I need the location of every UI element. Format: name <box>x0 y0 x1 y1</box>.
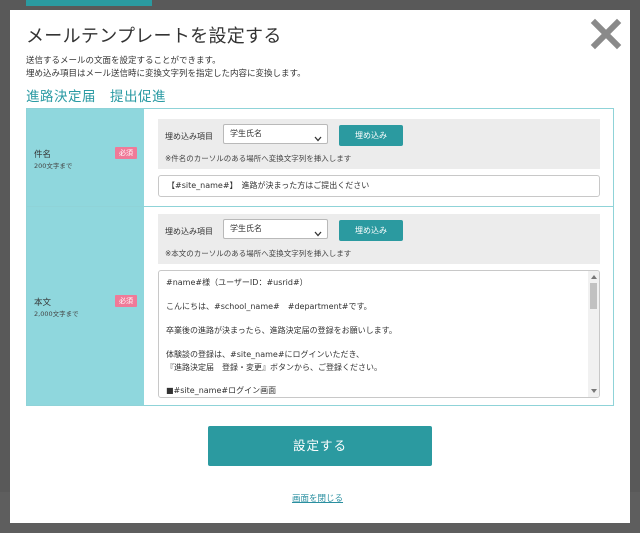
subject-embed-panel: 埋め込み項目 学生氏名 埋め込み ※件名のカーソルのある場所へ変換文字列を挿入し… <box>158 119 600 169</box>
subject-label: 件名 <box>34 150 52 160</box>
close-icon[interactable] <box>590 18 622 50</box>
required-badge: 必須 <box>115 147 137 159</box>
description-line: 埋め込み項目はメール送信時に変換文字列を指定した内容に変換します。 <box>26 69 306 79</box>
body-text-line: 卒業後の進路が決まったら、進路決定届の登録をお願いします。 <box>166 326 397 335</box>
modal-title: メールテンプレートを設定する <box>26 26 282 47</box>
close-screen-link[interactable]: 画面を閉じる <box>292 492 343 504</box>
body-text-line: ■#site_name#ログイン画面 <box>166 386 277 395</box>
template-name: 進路決定届 提出促進 <box>26 89 166 105</box>
scroll-thumb[interactable] <box>590 283 597 309</box>
select-value: 学生氏名 <box>230 129 262 138</box>
body-limit: 2,000文字まで <box>34 310 79 318</box>
chevron-down-icon <box>314 131 322 149</box>
template-form: 件名 200文字まで 必須 埋め込み項目 学生氏名 埋め込み ※件名のカーソルの… <box>26 108 614 406</box>
description-line: 送信するメールの文面を設定することができます。 <box>26 56 221 66</box>
body-text-line: #name#様（ユーザーID：#usrid#） <box>166 278 308 287</box>
subject-label-cell: 件名 200文字まで 必須 <box>27 109 144 206</box>
subject-limit: 200文字まで <box>34 162 73 170</box>
subject-embed-select[interactable]: 学生氏名 <box>223 124 328 144</box>
body-embed-panel: 埋め込み項目 学生氏名 埋め込み ※本文のカーソルのある場所へ変換文字列を挿入し… <box>158 214 600 264</box>
body-label: 本文 <box>34 298 52 308</box>
textarea-scrollbar[interactable] <box>588 271 599 397</box>
body-text-line: こんにちは、#school_name# #department#です。 <box>166 302 372 311</box>
body-embed-select[interactable]: 学生氏名 <box>223 219 328 239</box>
scroll-down-arrow-icon[interactable] <box>591 389 597 393</box>
body-hint: ※本文のカーソルのある場所へ変換文字列を挿入します <box>165 249 352 258</box>
required-badge: 必須 <box>115 295 137 307</box>
subject-input[interactable]: 【#site_name#】 進路が決まった方はご提出ください <box>158 175 600 197</box>
subject-hint: ※件名のカーソルのある場所へ変換文字列を挿入します <box>165 154 352 163</box>
embed-label: 埋め込み項目 <box>165 227 213 236</box>
background-tab <box>26 0 152 6</box>
body-textarea[interactable]: #name#様（ユーザーID：#usrid#） こんにちは、#school_na… <box>158 270 600 398</box>
submit-button[interactable]: 設定する <box>208 426 432 466</box>
scroll-up-arrow-icon[interactable] <box>591 275 597 279</box>
subject-embed-button[interactable]: 埋め込み <box>339 125 403 146</box>
body-label-cell: 本文 2,000文字まで 必須 <box>27 207 144 405</box>
body-text-line: 『進路決定届 登録・変更』ボタンから、ご登録ください。 <box>166 363 382 372</box>
embed-label: 埋め込み項目 <box>165 132 213 141</box>
template-modal: メールテンプレートを設定する 送信するメールの文面を設定することができます。 埋… <box>10 10 630 523</box>
body-text-line: 体験談の登録は、#site_name#にログインいただき、 <box>166 350 364 359</box>
body-embed-button[interactable]: 埋め込み <box>339 220 403 241</box>
chevron-down-icon <box>314 226 322 244</box>
select-value: 学生氏名 <box>230 224 262 233</box>
